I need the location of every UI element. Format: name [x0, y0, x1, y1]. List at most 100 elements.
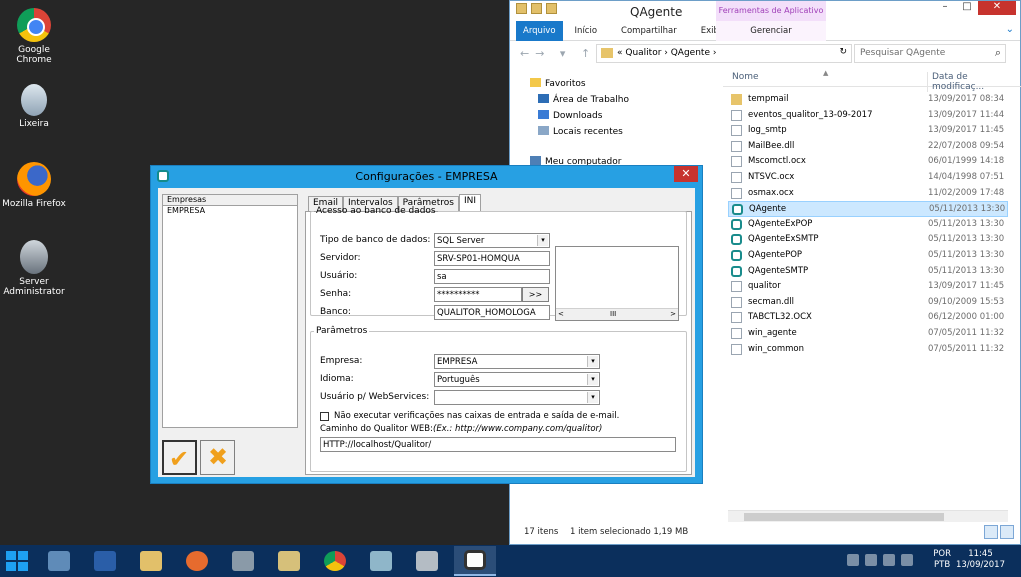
- file-row[interactable]: win_agente 07/05/2011 11:32: [728, 326, 1008, 342]
- ribbon-tabs: Arquivo Início Compartilhar Exibir Geren…: [510, 20, 1020, 41]
- scroll-thumb[interactable]: III: [610, 310, 616, 318]
- search-input[interactable]: Pesquisar QAgente ⌕: [854, 44, 1006, 63]
- db-type-label: Tipo de banco de dados:: [320, 235, 431, 245]
- tab-share[interactable]: Compartilhar: [609, 26, 689, 36]
- tab-file[interactable]: Arquivo: [516, 20, 563, 41]
- network-icon[interactable]: [883, 554, 895, 566]
- taskbar-app3[interactable]: [406, 546, 448, 576]
- column-name[interactable]: Nome: [732, 72, 759, 82]
- taskbar-app2[interactable]: [360, 546, 402, 576]
- desktop-icon: [538, 94, 549, 103]
- taskbar-qualitor[interactable]: [454, 546, 496, 576]
- file-name: win_agente: [748, 327, 797, 338]
- file-row[interactable]: tempmail 13/09/2017 08:34: [728, 92, 1008, 108]
- file-row[interactable]: eventos_qualitor_13-09-2017 13/09/2017 11…: [728, 108, 1008, 124]
- language-select[interactable]: Português ▾: [434, 372, 600, 387]
- file-row[interactable]: secman.dll 09/10/2009 15:53: [728, 295, 1008, 311]
- horizontal-scrollbar[interactable]: [728, 510, 1008, 522]
- database-field[interactable]: QUALITOR_HOMOLOGA: [434, 305, 550, 320]
- web-path-hint: (Ex.: http://www.company.com/qualitor): [433, 424, 603, 434]
- file-row[interactable]: QAgenteExSMTP 05/11/2013 13:30: [728, 232, 1008, 248]
- file-explorer-icon: [140, 551, 162, 571]
- large-icons-view-icon[interactable]: [1000, 525, 1014, 539]
- scroll-left-icon[interactable]: <: [558, 310, 564, 318]
- desktop-icon-recycle-bin[interactable]: Lixeira: [0, 84, 68, 129]
- tab-home[interactable]: Início: [563, 26, 610, 36]
- details-view-icon[interactable]: [984, 525, 998, 539]
- browse-button[interactable]: >>: [522, 287, 549, 302]
- context-tab-header: Ferramentas de Aplicativo: [716, 1, 826, 21]
- db-type-select[interactable]: SQL Server ▾: [434, 233, 550, 248]
- tray-icon[interactable]: [847, 554, 859, 566]
- file-row[interactable]: qualitor 13/09/2017 11:45: [728, 279, 1008, 295]
- nav-downloads[interactable]: Downloads: [538, 110, 602, 121]
- flag-icon[interactable]: [865, 554, 877, 566]
- taskbar-app[interactable]: [222, 546, 264, 576]
- skip-checks-checkbox[interactable]: [320, 412, 329, 421]
- input-language[interactable]: POR PTB: [933, 549, 951, 571]
- file-row[interactable]: QAgenteSMTP 05/11/2013 13:30: [728, 264, 1008, 280]
- taskbar-tools[interactable]: [268, 546, 310, 576]
- start-button[interactable]: [6, 551, 28, 571]
- maximize-button[interactable]: □: [956, 1, 978, 15]
- file-row[interactable]: QAgenteExPOP 05/11/2013 13:30: [728, 217, 1008, 233]
- address-bar[interactable]: « Qualitor › QAgente › ↻: [596, 44, 852, 63]
- explorer-titlebar: QAgente Ferramentas de Aplicativo – □ ✕: [510, 1, 1020, 21]
- taskbar-chrome[interactable]: [314, 546, 356, 576]
- scroll-right-icon[interactable]: >: [670, 310, 676, 318]
- file-row[interactable]: MailBee.dll 22/07/2008 09:54: [728, 139, 1008, 155]
- minimize-button[interactable]: –: [934, 1, 956, 15]
- company-select[interactable]: EMPRESA ▾: [434, 354, 600, 369]
- desktop-icon-chrome[interactable]: Google Chrome: [0, 8, 68, 65]
- desktop-icon-server-admin[interactable]: Server Administrator: [0, 240, 68, 297]
- dialog-close-button[interactable]: ✕: [674, 166, 698, 182]
- column-date[interactable]: Data de modificaç...: [927, 72, 1021, 92]
- volume-icon[interactable]: [901, 554, 913, 566]
- file-name: QAgenteSMTP: [748, 265, 809, 276]
- nav-recent[interactable]: Locais recentes: [538, 126, 623, 137]
- close-button[interactable]: ✕: [978, 1, 1016, 15]
- refresh-icon[interactable]: ↻: [839, 47, 847, 57]
- expand-ribbon-icon[interactable]: ⌄: [1006, 24, 1014, 35]
- clock[interactable]: 11:45 13/09/2017: [956, 549, 1005, 571]
- ws-user-select[interactable]: ▾: [434, 390, 600, 405]
- taskbar-file-explorer[interactable]: [130, 546, 172, 576]
- desktop-icon-firefox[interactable]: Mozilla Firefox: [0, 162, 68, 209]
- listbox-scrollbar[interactable]: < III >: [556, 308, 678, 320]
- taskbar-server-manager[interactable]: [38, 546, 80, 576]
- user-label: Usuário:: [320, 271, 358, 281]
- status-bar: 17 itens 1 item selecionado 1,19 MB: [510, 523, 1020, 543]
- password-field[interactable]: **********: [434, 287, 522, 302]
- server-field[interactable]: SRV-SP01-HOMQUA: [434, 251, 550, 266]
- taskbar-powershell[interactable]: [84, 546, 126, 576]
- list-item[interactable]: EMPRESA: [163, 206, 297, 215]
- companies-header: Empresas: [163, 195, 297, 206]
- file-row[interactable]: log_smtp 13/09/2017 11:45: [728, 123, 1008, 139]
- folder-icon: [516, 3, 527, 14]
- file-row[interactable]: osmax.ocx 11/02/2009 17:48: [728, 186, 1008, 202]
- scroll-thumb[interactable]: [744, 513, 944, 521]
- taskbar-firefox[interactable]: [176, 546, 218, 576]
- nav-buttons[interactable]: ←→ ▾ ↑: [520, 47, 596, 60]
- file-row[interactable]: NTSVC.ocx 14/04/1998 07:51: [728, 170, 1008, 186]
- file-row[interactable]: win_common 07/05/2011 11:32: [728, 342, 1008, 358]
- database-listbox[interactable]: < III >: [555, 246, 679, 321]
- file-date: 05/11/2013 13:30: [928, 218, 1005, 229]
- file-row[interactable]: QAgentePOP 05/11/2013 13:30: [728, 248, 1008, 264]
- skip-checks-label: Não executar verificações nas caixas de …: [334, 411, 620, 421]
- user-field[interactable]: sa: [434, 269, 550, 284]
- ok-button[interactable]: ✔: [162, 440, 197, 475]
- file-name: QAgenteExPOP: [748, 218, 813, 229]
- quick-access-toolbar[interactable]: [516, 3, 557, 14]
- file-row[interactable]: QAgente 05/11/2013 13:30: [728, 201, 1008, 217]
- file-row[interactable]: Mscomctl.ocx 06/01/1999 14:18: [728, 154, 1008, 170]
- nav-desktop[interactable]: Área de Trabalho: [538, 94, 629, 105]
- cancel-button[interactable]: ✖: [200, 440, 235, 475]
- nav-favorites[interactable]: Favoritos: [530, 78, 586, 89]
- file-date: 13/09/2017 08:34: [928, 94, 1005, 104]
- web-path-field[interactable]: HTTP://localhost/Qualitor/: [320, 437, 676, 452]
- file-row[interactable]: TABCTL32.OCX 06/12/2000 01:00: [728, 310, 1008, 326]
- companies-list[interactable]: Empresas EMPRESA: [162, 194, 298, 428]
- tab-manage[interactable]: Gerenciar: [716, 20, 826, 41]
- chrome-icon: [17, 8, 51, 42]
